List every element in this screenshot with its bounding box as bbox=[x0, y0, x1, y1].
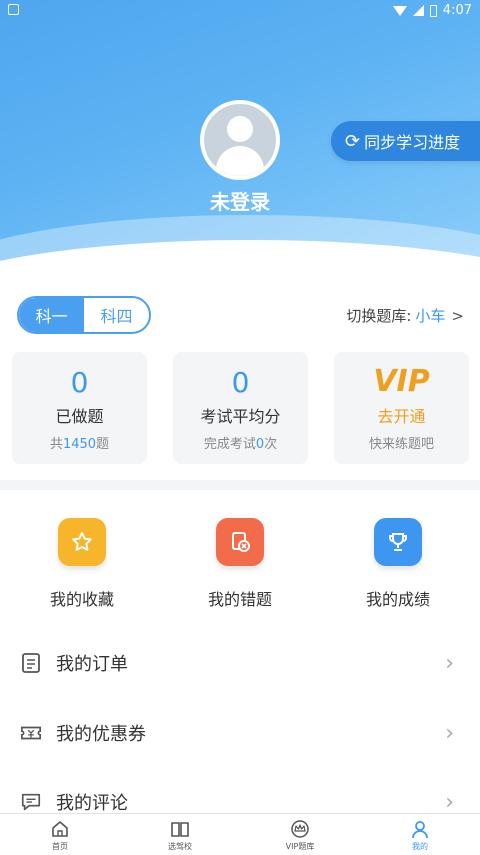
sync-label: 同步学习进度 bbox=[364, 133, 461, 152]
nav-driving-school-label: 选驾校 bbox=[168, 842, 192, 851]
my-scores-entry[interactable]: 我的成绩 bbox=[318, 518, 478, 610]
trophy-icon bbox=[374, 518, 422, 566]
menu-item-orders[interactable]: 我的订单 › bbox=[0, 638, 480, 688]
sync-icon: ⟳ bbox=[345, 130, 361, 152]
user-icon bbox=[360, 819, 480, 839]
stat-card-done[interactable]: 0 已做题 共1450题 bbox=[12, 352, 147, 464]
avg-score-sub: 完成考试0次 bbox=[203, 437, 278, 452]
chevron-right-icon: › bbox=[445, 789, 454, 815]
coupon-icon bbox=[20, 722, 42, 744]
switch-bank-label: 切换题库: bbox=[346, 307, 412, 325]
wrong-question-icon bbox=[216, 518, 264, 566]
status-icons: 4:07 bbox=[392, 3, 472, 18]
stat-card-avg-score[interactable]: 0 考试平均分 完成考试0次 bbox=[173, 352, 308, 464]
my-wrong-questions-label: 我的错题 bbox=[207, 590, 272, 609]
nav-mine-label: 我的 bbox=[412, 842, 428, 851]
my-scores-label: 我的成绩 bbox=[365, 590, 430, 609]
home-icon bbox=[0, 819, 120, 839]
menu-orders-label: 我的订单 bbox=[56, 654, 128, 675]
menu-item-coupons[interactable]: 我的优惠券 › bbox=[0, 708, 480, 758]
crown-icon bbox=[240, 819, 360, 839]
chevron-right-icon: > bbox=[451, 307, 464, 325]
login-status[interactable]: 未登录 bbox=[0, 186, 480, 215]
battery-icon bbox=[429, 4, 437, 17]
my-wrong-questions-entry[interactable]: 我的错题 bbox=[160, 518, 320, 610]
chevron-right-icon: › bbox=[445, 720, 454, 746]
nav-mine[interactable]: 我的 bbox=[360, 814, 480, 855]
vip-badge: VIP bbox=[373, 364, 430, 399]
star-icon bbox=[58, 518, 106, 566]
menu-coupons-label: 我的优惠券 bbox=[56, 724, 146, 745]
done-label: 已做题 bbox=[55, 407, 104, 426]
nav-home[interactable]: 首页 bbox=[0, 814, 120, 855]
nav-driving-school[interactable]: 选驾校 bbox=[120, 814, 240, 855]
sync-progress-button[interactable]: ⟳ 同步学习进度 bbox=[331, 121, 480, 161]
avg-score-label: 考试平均分 bbox=[200, 407, 281, 426]
avatar-body bbox=[216, 146, 264, 176]
book-icon bbox=[120, 819, 240, 839]
switch-bank-link[interactable]: 切换题库: 小车 > bbox=[346, 305, 464, 326]
nav-vip-bank[interactable]: VIP题库 bbox=[240, 814, 360, 855]
comment-icon bbox=[20, 791, 42, 813]
clock: 4:07 bbox=[442, 3, 472, 18]
subject-toggle[interactable]: 科一 科四 bbox=[17, 296, 151, 334]
subject-option-1[interactable]: 科一 bbox=[19, 298, 84, 332]
nav-vip-bank-label: VIP题库 bbox=[285, 842, 315, 851]
nav-home-label: 首页 bbox=[52, 842, 68, 851]
stat-card-vip[interactable]: VIP 去开通 快来练题吧 bbox=[334, 352, 469, 464]
avatar-head bbox=[227, 116, 253, 142]
section-divider bbox=[0, 480, 480, 490]
order-icon bbox=[20, 652, 42, 674]
subject-option-4[interactable]: 科四 bbox=[84, 298, 149, 332]
bank-value: 小车 bbox=[415, 307, 446, 325]
my-favorites-entry[interactable]: 我的收藏 bbox=[2, 518, 162, 610]
my-favorites-label: 我的收藏 bbox=[49, 590, 114, 609]
done-sub: 共1450题 bbox=[49, 437, 110, 452]
status-bar: 4:07 bbox=[0, 0, 480, 22]
chevron-right-icon: › bbox=[445, 650, 454, 676]
bottom-nav: 首页 选驾校 VIP题库 我的 bbox=[0, 813, 480, 855]
signal-icon bbox=[412, 5, 424, 16]
menu-comments-label: 我的评论 bbox=[56, 793, 128, 814]
notification-icon bbox=[8, 4, 19, 15]
avg-score: 0 bbox=[231, 366, 250, 399]
vip-open-label: 去开通 bbox=[377, 407, 426, 426]
vip-sub: 快来练题吧 bbox=[368, 437, 434, 452]
done-count: 0 bbox=[70, 366, 89, 399]
wifi-icon bbox=[392, 5, 407, 16]
avatar[interactable] bbox=[200, 100, 280, 180]
